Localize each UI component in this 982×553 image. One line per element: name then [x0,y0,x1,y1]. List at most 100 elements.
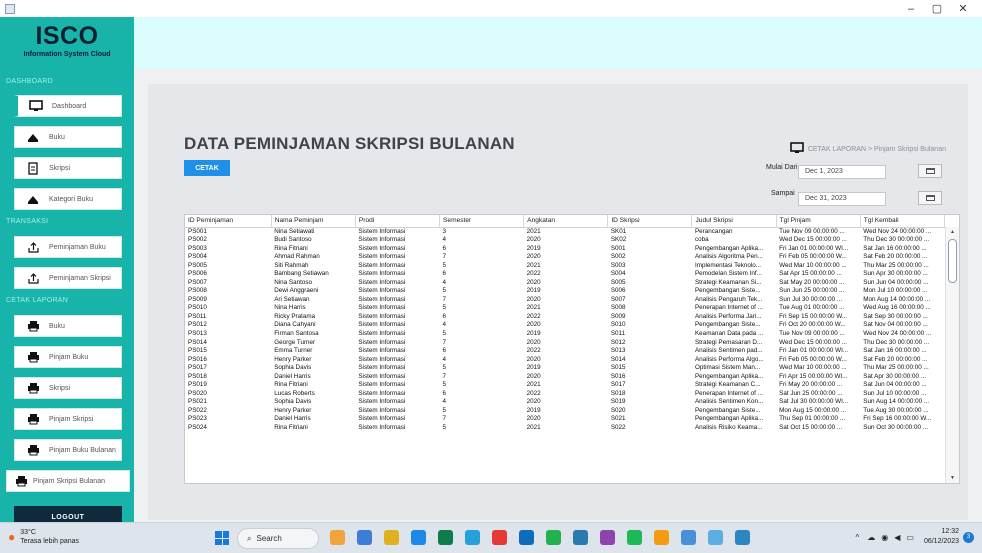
column-header[interactable]: ID Skripsi [607,215,693,228]
column-header[interactable]: Angkatan [523,215,609,228]
notification-badge[interactable]: 3 [963,531,974,543]
table-cell: Daniel Harris [274,415,311,423]
sidebar-item-cetak-buku[interactable]: Buku [14,315,122,337]
table-cell: 6 [442,312,447,320]
cloud-icon[interactable]: ☁ [867,533,875,542]
sidebar-item-skripsi[interactable]: Skripsi [14,157,122,179]
table-row[interactable]: PS022 Henry Parker Sistem Informasi 5 2019 S0… [185,407,945,416]
sidebar-item-kategori-buku[interactable]: Kategori Buku [14,188,122,210]
column-header[interactable]: Nama Peminjam [271,215,356,228]
table-row[interactable]: PS005 Siti Rahmah Sistem Informasi 5 2021 S00… [185,262,945,271]
monitor-icon [28,99,44,113]
column-header[interactable]: Prodi [355,215,441,228]
sidebar-item-pinjam-skripsi-bulanan[interactable]: Pinjam Skripsi Bulanan [6,470,130,492]
taskbar-app-icon[interactable] [681,530,696,545]
table-row[interactable]: PS002 Budi Santoso Sistem Informasi 4 2020 SK… [185,236,945,245]
taskbar-app-icon[interactable] [384,530,399,545]
sidebar-item-peminjaman-skripsi[interactable]: Peminjaman Skripsi [14,267,122,289]
table-cell: 6 [442,244,447,252]
table-row[interactable]: PS019 Rina Fitriani Sistem Informasi 5 2021 S… [185,381,945,390]
table-row[interactable]: PS009 Ari Setiawan Sistem Informasi 7 2020 S0… [185,296,945,305]
taskbar-app-icon[interactable] [465,530,480,545]
taskbar-app-icon[interactable] [735,530,750,545]
table-row[interactable]: PS023 Daniel Harris Sistem Informasi 7 2020 S… [185,415,945,424]
cetak-button[interactable]: CETAK [184,160,230,176]
sidebar-item-cetak-skripsi[interactable]: Skripsi [14,377,122,399]
vertical-scrollbar[interactable]: ▲ ▼ [945,227,959,483]
taskbar-app-icon[interactable] [600,530,615,545]
mulai-dari-calendar-button[interactable] [918,164,942,178]
table-cell: 5 [442,406,447,414]
sampai-calendar-button[interactable] [918,191,942,205]
sidebar-item-pinjam-buku-bulanan[interactable]: Pinjam Buku Bulanan [14,439,122,461]
table-row[interactable]: PS008 Dewi Anggraeni Sistem Informasi 5 2019… [185,287,945,296]
sidebar-item-dashboard[interactable]: Dashboard [14,95,122,117]
table-row[interactable]: PS024 Rina Fitriani Sistem Informasi 5 2021 S… [185,424,945,433]
weather-widget[interactable]: ● 33°C Terasa lebih panas [8,528,79,546]
column-header[interactable]: Tgl Kembali [860,215,946,228]
sidebar-item-buku[interactable]: Buku [14,126,122,148]
table-cell: PS009 [188,295,207,303]
table-row[interactable]: PS010 Nina Harris Sistem Informasi 5 2021 S00… [185,304,945,313]
sampai-date-field[interactable]: Dec 31, 2023 [798,192,886,206]
table-row[interactable]: PS001 Nina Setiawati Sistem Informasi 3 2021… [185,227,945,236]
scrollbar-thumb[interactable] [948,239,957,283]
table-row[interactable]: PS011 Ricky Pratama Sistem Informasi 6 2022 S… [185,313,945,322]
scroll-up-icon[interactable]: ▲ [950,229,955,235]
taskbar-app-icon[interactable] [627,530,642,545]
taskbar-app-icon[interactable] [573,530,588,545]
table-row[interactable]: PS013 Firman Santosa Sistem Informasi 5 2019… [185,330,945,339]
table-cell: Thu Dec 30 00:00:00 ... [863,338,930,346]
taskbar-app-icon[interactable] [411,530,426,545]
sidebar-item-label: Skripsi [49,384,71,392]
sidebar-item-cetak-pinjam-skripsi[interactable]: Pinjam Skripsi [14,408,122,430]
table-row[interactable]: PS018 Daniel Harris Sistem Informasi 7 2020 S… [185,373,945,382]
taskbar-app-icon[interactable] [357,530,372,545]
table-row[interactable]: PS020 Lucas Roberts Sistem Informasi 6 2022 S… [185,390,945,399]
table-row[interactable]: PS006 Bambang Setiawan Sistem Informasi 6 20… [185,270,945,279]
scroll-down-icon[interactable]: ▼ [950,475,955,481]
table-row[interactable]: PS016 Henry Parker Sistem Informasi 4 2020 S0… [185,356,945,365]
table-row[interactable]: PS007 Nina Santoso Sistem Informasi 4 2020 S0… [185,279,945,288]
windows-start-icon[interactable] [215,531,229,545]
minimize-button[interactable]: – [898,3,924,15]
maximize-button[interactable]: ▢ [924,2,950,15]
taskbar-search[interactable]: ⌕ Search [237,528,319,549]
peminjaman-table[interactable]: ID Peminjaman Nama Peminjam Prodi Semester A… [184,214,960,484]
table-cell: Sistem Informasi [358,381,406,389]
table-row[interactable]: PS015 Emma Turner Sistem Informasi 6 2022 S01… [185,347,945,356]
sidebar-item-peminjaman-buku[interactable]: Peminjaman Buku [14,236,122,258]
table-cell: 2020 [526,338,541,346]
taskbar-app-icon[interactable] [546,530,561,545]
table-cell: 7 [442,415,447,423]
column-header[interactable]: Judul Skripsi [691,215,777,228]
chevron-up-icon[interactable]: ^ [855,533,859,542]
sidebar-item-cetak-pinjam-buku[interactable]: Pinjam Buku [14,346,122,368]
column-header[interactable]: Semester [439,215,525,228]
close-button[interactable]: ✕ [950,2,976,15]
speaker-icon[interactable]: ◀ [894,533,900,542]
table-row[interactable]: PS003 Rina Fitriani Sistem Informasi 6 2019 S… [185,244,945,253]
column-header[interactable]: ID Peminjaman [185,215,272,228]
table-row[interactable]: PS017 Sophia Davis Sistem Informasi 5 2019 S0… [185,364,945,373]
table-row[interactable]: PS012 Diana Cahyani Sistem Informasi 4 2020 S… [185,321,945,330]
taskbar-app-icon[interactable] [438,530,453,545]
taskbar-app-icon[interactable] [708,530,723,545]
section-label-cetak-laporan: CETAK LAPORAN [6,297,69,304]
wifi-icon[interactable]: ◉ [881,533,888,542]
battery-icon[interactable]: ▭ [906,533,914,542]
taskbar-app-icon[interactable] [492,530,507,545]
taskbar-app-icon[interactable] [654,530,669,545]
table-cell: 2020 [526,295,541,303]
column-header[interactable]: Tgl Pinjam [776,215,861,228]
table-row[interactable]: PS021 Sophia Davis Sistem Informasi 4 2020 S0… [185,398,945,407]
table-row[interactable]: PS004 Ahmad Rahman Sistem Informasi 7 2020 S0… [185,253,945,262]
table-cell: Sat Nov 04 00:00:00 ... [863,321,928,329]
taskbar-app-icon[interactable] [519,530,534,545]
table-cell: Wed Nov 24 00:00:00 ... [863,329,932,337]
mulai-dari-date-field[interactable]: Dec 1, 2023 [798,165,886,179]
table-row[interactable]: PS014 George Turner Sistem Informasi 7 2020 S… [185,338,945,347]
table-cell: Sistem Informasi [358,227,406,235]
taskbar-app-icon[interactable] [330,530,345,545]
clock[interactable]: 12:32 06/12/2023 [924,527,959,547]
